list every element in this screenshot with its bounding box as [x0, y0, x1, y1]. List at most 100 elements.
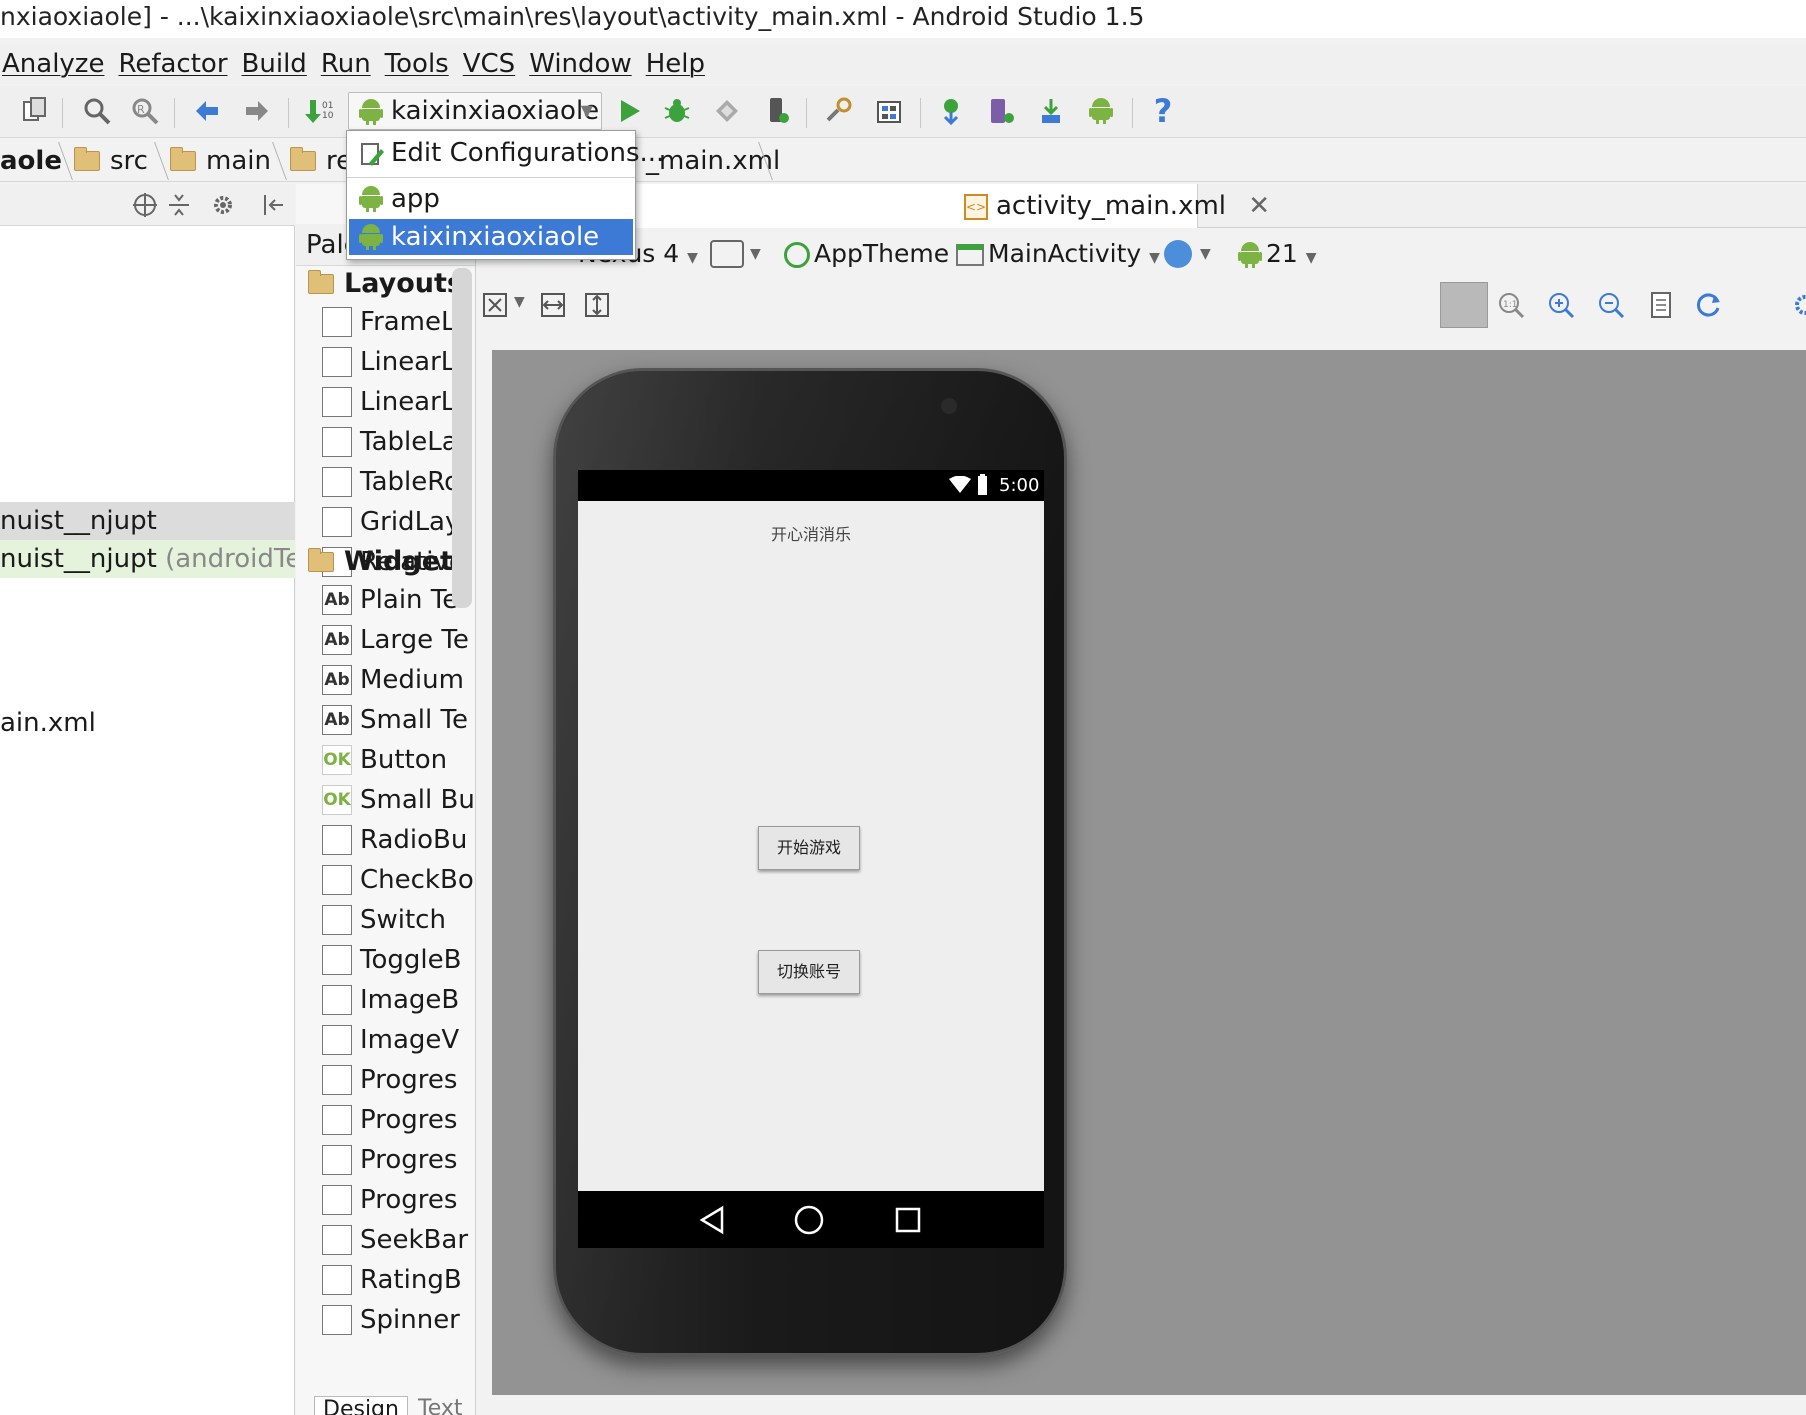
orientation-icon[interactable]	[710, 240, 744, 268]
fill-height-icon[interactable]	[580, 288, 614, 322]
chevron-down-icon[interactable]: ▼	[750, 228, 761, 280]
avd-manager-icon[interactable]	[984, 94, 1018, 128]
refresh-icon[interactable]	[1692, 288, 1726, 322]
menu-tools[interactable]: Tools	[385, 44, 449, 84]
layout-editor-toolbar: Nexus 4 ▼ ▼ AppTheme MainActivity ▼ ▼ 21…	[478, 228, 1806, 280]
menu-window[interactable]: Window	[529, 44, 632, 84]
switch-account-button[interactable]: 切换账号	[758, 950, 860, 994]
palette-item-label: CheckBo	[360, 865, 474, 895]
palette-item[interactable]: OK Button	[322, 742, 447, 778]
api-level-selector[interactable]: 21 ▼	[1238, 228, 1317, 284]
zoom-in-icon[interactable]	[1544, 288, 1578, 322]
palette-item[interactable]: CheckBo	[322, 862, 474, 898]
menu-item-edit-configurations[interactable]: Edit Configurations...	[349, 135, 664, 171]
device-monitor-icon[interactable]	[760, 94, 794, 128]
palette-item[interactable]: RatingB	[322, 1262, 462, 1298]
palette-item[interactable]: RadioBu	[322, 822, 467, 858]
palette-item[interactable]: Spinner	[322, 1302, 460, 1338]
palette-item[interactable]: OK Small Bu	[322, 782, 475, 818]
sdk-manager-icon[interactable]	[872, 94, 906, 128]
palette-item[interactable]: Progres	[322, 1102, 457, 1138]
theme-selector[interactable]: AppTheme	[784, 228, 949, 280]
fit-screen-icon[interactable]	[478, 288, 512, 322]
find-icon[interactable]	[80, 94, 114, 128]
palette-item-icon	[322, 945, 352, 975]
hide-pane-icon[interactable]	[256, 188, 290, 222]
android-monitor-icon[interactable]	[1084, 94, 1118, 128]
palette-item[interactable]: Progres	[322, 1062, 457, 1098]
run-config-combo[interactable]: kaixinxiaoxiaole ▼	[348, 92, 602, 130]
palette-item-icon: OK	[322, 785, 352, 815]
tab-activity-main[interactable]: <> activity_main.xml ✕	[634, 184, 1270, 228]
palette-category-layouts[interactable]: Layouts	[308, 266, 463, 302]
breadcrumb-item-src[interactable]: src	[74, 140, 148, 182]
palette-item[interactable]: Ab Small Te	[322, 702, 468, 738]
palette-category-widgets[interactable]: Widgets	[308, 544, 469, 580]
android-icon	[359, 99, 383, 125]
tab-design[interactable]: Design	[314, 1396, 408, 1415]
palette-item[interactable]: ImageV	[322, 1022, 459, 1058]
gear-icon[interactable]	[206, 188, 240, 222]
fill-width-icon[interactable]	[536, 288, 570, 322]
tree-row[interactable]: ain.xml	[0, 704, 295, 742]
project-structure-icon[interactable]	[822, 94, 856, 128]
jump-to-source-icon[interactable]	[1644, 288, 1678, 322]
menu-analyze[interactable]: Analyze	[2, 44, 104, 84]
tree-row[interactable]: nuist__njupt	[0, 502, 295, 540]
palette-item[interactable]: Switch	[322, 902, 446, 938]
collapse-all-icon[interactable]	[162, 188, 196, 222]
download-sdk-icon[interactable]	[1034, 94, 1068, 128]
palette-item[interactable]: LinearLa	[322, 384, 471, 420]
copy-icon[interactable]	[18, 94, 52, 128]
palette-item[interactable]: GridLay	[322, 504, 460, 540]
activity-selector[interactable]: MainActivity ▼	[956, 228, 1160, 284]
breadcrumb-item-res[interactable]: re	[290, 140, 352, 182]
palette-scrollbar[interactable]	[452, 268, 472, 608]
zoom-out-icon[interactable]	[1594, 288, 1628, 322]
palette-item[interactable]: FrameLa	[322, 304, 471, 340]
back-arrow-icon[interactable]	[190, 94, 224, 128]
palette-item[interactable]: Progres	[322, 1142, 457, 1178]
back-icon[interactable]	[698, 1205, 726, 1235]
debug-icon[interactable]	[660, 94, 694, 128]
palette-item[interactable]: Progres	[322, 1182, 457, 1218]
menu-help[interactable]: Help	[646, 44, 705, 84]
menu-refactor[interactable]: Refactor	[118, 44, 227, 84]
recents-icon[interactable]	[894, 1206, 922, 1234]
replace-icon[interactable]: R	[128, 94, 162, 128]
gear-icon[interactable]	[1788, 288, 1806, 322]
palette-item[interactable]: Ab Plain Te	[322, 582, 458, 618]
attach-debugger-icon[interactable]	[710, 94, 744, 128]
chevron-down-icon[interactable]: ▼	[1200, 228, 1211, 280]
palette-item[interactable]: Ab Large Te	[322, 622, 469, 658]
palette-item[interactable]: ToggleB	[322, 942, 461, 978]
chevron-down-icon[interactable]: ▼	[514, 294, 525, 310]
palette-item[interactable]: TableRo	[322, 464, 460, 500]
tree-row[interactable]: nuist__njupt (androidTest)	[0, 540, 295, 578]
tab-text[interactable]: Text	[410, 1396, 471, 1415]
zoom-to-fit-button[interactable]	[1440, 282, 1488, 328]
sync-gradle-icon[interactable]	[934, 94, 968, 128]
menu-build[interactable]: Build	[242, 44, 307, 84]
menu-item-kaixinxiaoxiaole[interactable]: kaixinxiaoxiaole	[349, 219, 633, 255]
palette-item[interactable]: TableLa	[322, 424, 458, 460]
menu-item-app[interactable]: app	[349, 181, 633, 217]
forward-arrow-icon[interactable]	[240, 94, 274, 128]
palette-item[interactable]: SeekBar	[322, 1222, 468, 1258]
locale-globe-icon[interactable]	[1164, 240, 1192, 268]
menu-run[interactable]: Run	[321, 44, 371, 84]
start-game-button[interactable]: 开始游戏	[758, 826, 860, 870]
run-icon[interactable]	[612, 94, 646, 128]
palette-item[interactable]: ImageB	[322, 982, 459, 1018]
close-icon[interactable]: ✕	[1248, 191, 1270, 221]
menu-vcs[interactable]: VCS	[463, 44, 515, 84]
svg-text:R: R	[137, 103, 145, 116]
actual-size-icon[interactable]: 1:1	[1494, 288, 1528, 322]
breadcrumb-item-main[interactable]: main	[170, 140, 271, 182]
scroll-from-source-icon[interactable]	[128, 188, 162, 222]
home-icon[interactable]	[793, 1204, 825, 1236]
palette-item[interactable]: Ab Medium	[322, 662, 464, 698]
palette-item[interactable]: LinearLa	[322, 344, 471, 380]
help-icon[interactable]: ?	[1146, 92, 1180, 130]
make-project-icon[interactable]: 01 10	[302, 94, 336, 128]
